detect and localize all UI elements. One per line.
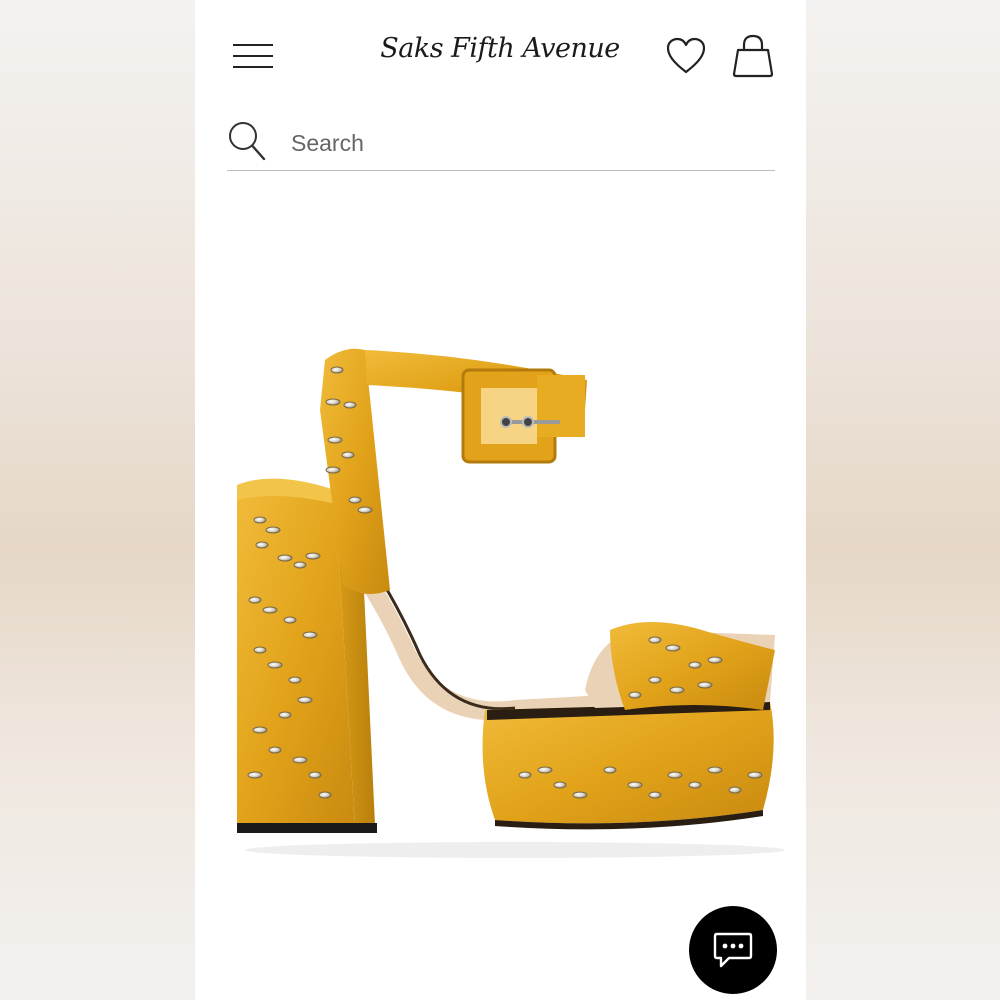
left-background-blur	[0, 0, 195, 1000]
search-input[interactable]	[291, 126, 751, 160]
shopping-bag-icon[interactable]	[730, 34, 776, 78]
product-image-sandal[interactable]	[215, 330, 790, 860]
chat-bubble-icon	[713, 932, 753, 968]
mobile-page: Saks Fifth Avenue	[195, 0, 806, 1000]
search-bar[interactable]	[227, 118, 775, 171]
right-background-blur	[806, 0, 1000, 1000]
hamburger-menu-icon[interactable]	[233, 42, 273, 70]
search-icon[interactable]	[227, 120, 267, 162]
heart-icon[interactable]	[665, 36, 707, 76]
brand-logo[interactable]: Saks Fifth Avenue	[380, 26, 620, 72]
chat-button[interactable]	[689, 906, 777, 994]
